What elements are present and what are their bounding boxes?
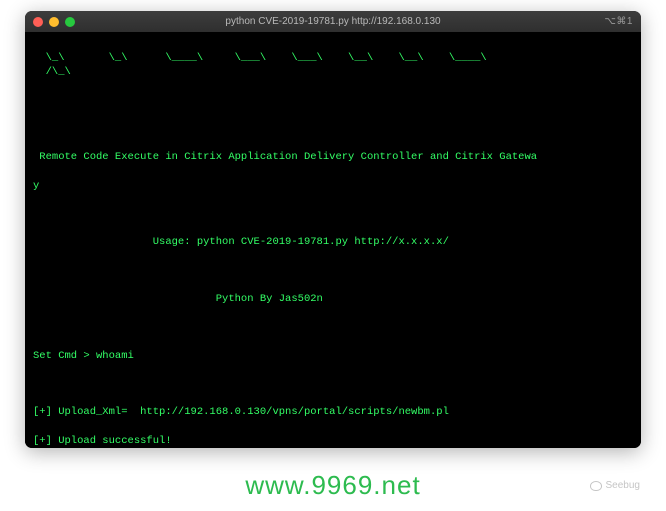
seebug-label: Seebug [606, 480, 640, 491]
blank [33, 264, 633, 278]
upload-xml-line: [+] Upload_Xml= http://192.168.0.130/vpn… [33, 405, 633, 419]
blank [33, 320, 633, 334]
close-icon[interactable] [33, 17, 43, 27]
watermark-text: www.9969.net [245, 470, 420, 501]
window-title: python CVE-2019-19781.py http://192.168.… [225, 16, 440, 27]
upload-ok-line: [+] Upload successful! [33, 434, 633, 448]
script-title: Remote Code Execute in Citrix Applicatio… [33, 150, 633, 164]
title-bar: python CVE-2019-19781.py http://192.168.… [25, 11, 641, 32]
blank [33, 122, 633, 136]
blank [33, 377, 633, 391]
blank [33, 207, 633, 221]
terminal-body[interactable]: \_\ \_\ \____\ \___\ \___\ \__\ \__\ \__… [25, 32, 641, 448]
script-title-wrap: y [33, 179, 633, 193]
cmd-echo: Set Cmd > whoami [33, 349, 633, 363]
terminal-window: python CVE-2019-19781.py http://192.168.… [25, 11, 641, 448]
minimize-icon[interactable] [49, 17, 59, 27]
maximize-icon[interactable] [65, 17, 75, 27]
seebug-badge: Seebug [590, 480, 640, 491]
window-extra: ⌥⌘1 [604, 16, 633, 27]
usage-line: Usage: python CVE-2019-19781.py http://x… [33, 235, 633, 249]
traffic-lights [33, 17, 75, 27]
seebug-icon [590, 481, 602, 491]
ascii-art: \_\ \_\ \____\ \___\ \___\ \__\ \__\ \__… [33, 51, 633, 79]
blank [33, 94, 633, 108]
author-line: Python By Jas502n [33, 292, 633, 306]
